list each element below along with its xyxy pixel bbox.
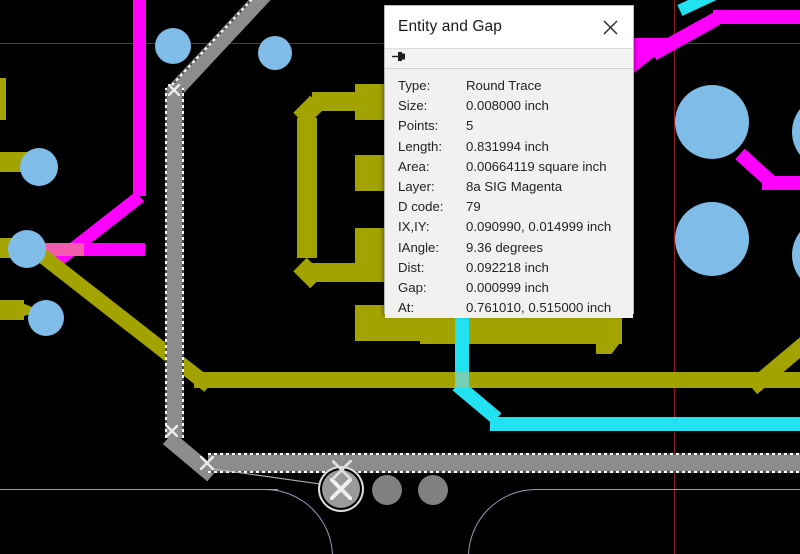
yellow-trace-horizontal-lower	[194, 372, 800, 388]
property-row: Area: 0.00664119 square inch	[385, 157, 633, 177]
property-value: 0.092218 inch	[466, 259, 549, 275]
vertex-marker-bend-upper	[168, 84, 180, 96]
yellow-pad-block-top	[0, 78, 6, 120]
board-outline-curve-right	[468, 489, 539, 554]
property-row: At: 0.761010, 0.515000 inch	[385, 298, 633, 318]
property-value: 0.831994 inch	[466, 138, 549, 154]
vertex-marker-bend-lower	[200, 456, 214, 470]
yellow-trace-right-stub	[596, 340, 622, 354]
pad-bottom-1[interactable]	[372, 475, 402, 505]
property-row: Length: 0.831994 inch	[385, 137, 633, 157]
magenta-trace-diagonal	[49, 191, 145, 270]
dialog-toolbar[interactable]	[385, 48, 633, 69]
selected-trace-horizontal-bottom	[208, 455, 800, 471]
property-value: 5	[466, 118, 474, 134]
yellow-component-bottom-wall	[312, 263, 392, 282]
property-value: 0.008000 inch	[466, 98, 549, 114]
property-label: Points:	[398, 118, 439, 134]
dialog-title-bar[interactable]: Entity and Gap	[385, 6, 633, 48]
property-label: Gap:	[398, 280, 427, 296]
selected-trace-vertical-edge-left	[165, 88, 167, 438]
via-left-3[interactable]	[28, 300, 64, 336]
pad-right-top-partial[interactable]	[792, 95, 800, 169]
property-label: IAngle:	[398, 239, 440, 255]
property-value: 8a SIG Magenta	[466, 179, 563, 195]
property-label: Length:	[398, 138, 442, 154]
property-row: IX,IY: 0.090990, 0.014999 inch	[385, 217, 633, 237]
pad-selected-marker-x	[330, 478, 352, 500]
cyan-trace-blend-yellow	[455, 372, 469, 388]
pad-right-bottom-large[interactable]	[675, 202, 749, 276]
property-label: At:	[398, 300, 415, 316]
property-value: 9.36 degrees	[466, 239, 543, 255]
property-row: Layer: 8a SIG Magenta	[385, 177, 633, 197]
property-row: Points: 5	[385, 116, 633, 136]
property-label: D code:	[398, 199, 444, 215]
property-label: Type:	[398, 78, 431, 93]
property-value: 0.761010, 0.515000 inch	[466, 300, 612, 316]
entity-property-list: Type: Round Trace Size: 0.008000 inch Points…	[385, 69, 633, 319]
pad-bottom-2[interactable]	[418, 475, 448, 505]
property-row: Type: Round Trace	[385, 76, 633, 96]
property-value: 79	[466, 199, 481, 215]
pad-right-bottom-partial[interactable]	[792, 218, 800, 292]
property-row: Gap: 0.000999 inch	[385, 278, 633, 298]
via-left-2[interactable]	[8, 230, 46, 268]
selected-trace-vertical	[167, 88, 182, 438]
property-label: Layer:	[398, 179, 435, 195]
magenta-trace-mid-right-diagonal	[735, 148, 775, 186]
via-top-mid[interactable]	[258, 36, 292, 70]
pad-right-top-large[interactable]	[675, 85, 749, 159]
selected-trace-horizontal-edge-top	[208, 453, 800, 455]
magenta-trace-vertical	[133, 0, 146, 196]
board-outline-curve-left	[262, 489, 333, 554]
property-label: Area:	[398, 158, 430, 174]
yellow-component-left-wall	[297, 118, 317, 258]
magenta-trace-top-right	[713, 10, 800, 24]
vertex-marker-bend-mid	[166, 425, 178, 437]
entity-and-gap-dialog[interactable]: Entity and Gap Type: Round Trace Size: 0.00…	[384, 5, 634, 319]
selected-trace-horizontal-edge-bottom	[208, 471, 800, 473]
magenta-trace-wedge	[630, 38, 678, 76]
property-value: 0.00664119 square inch	[466, 158, 607, 174]
via-left-1[interactable]	[20, 148, 58, 186]
property-row: D code: 79	[385, 197, 633, 217]
pcb-canvas[interactable]: Entity and Gap Type: Round Trace Size: 0.00…	[0, 0, 800, 554]
board-outline-horizontal	[0, 489, 278, 490]
via-top-left[interactable]	[155, 28, 191, 64]
pushpin-icon[interactable]	[392, 50, 407, 68]
property-value: 0.090990, 0.014999 inch	[466, 219, 612, 235]
property-label: IX,IY:	[398, 219, 430, 235]
property-value: Round Trace	[466, 78, 542, 93]
property-label: Dist:	[398, 259, 425, 275]
yellow-trace-diagonal	[37, 249, 214, 392]
property-value: 0.000999 inch	[466, 280, 549, 296]
property-row: Dist: 0.092218 inch	[385, 258, 633, 278]
dialog-title: Entity and Gap	[398, 18, 502, 35]
selected-trace-vertical-edge-right	[182, 88, 184, 438]
property-row: IAngle: 9.36 degrees	[385, 238, 633, 258]
cyan-trace-horizontal	[490, 417, 800, 431]
property-label: Size:	[398, 98, 428, 114]
property-row: Size: 0.008000 inch	[385, 96, 633, 116]
cursor-crosshair-x	[332, 460, 352, 480]
close-icon[interactable]	[597, 14, 623, 40]
board-outline-horizontal-right	[536, 489, 800, 490]
